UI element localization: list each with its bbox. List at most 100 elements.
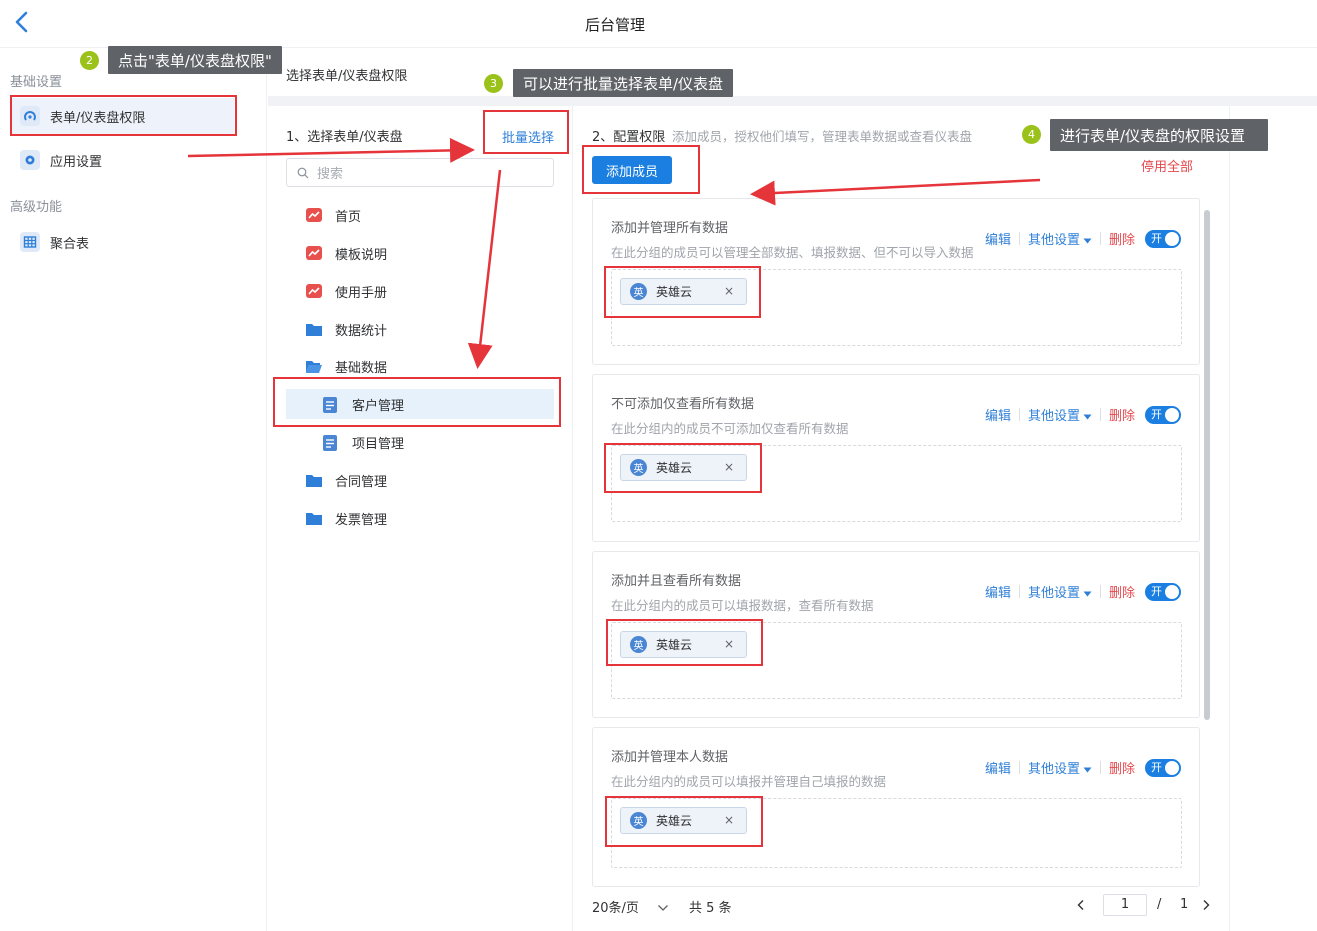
toggle-label: 开 bbox=[1151, 407, 1163, 421]
edit-link[interactable]: 编辑 bbox=[985, 405, 1011, 424]
delete-link[interactable]: 删除 bbox=[1109, 582, 1135, 601]
tree-item-label: 合同管理 bbox=[335, 474, 388, 490]
toggle-knob bbox=[1165, 760, 1180, 775]
search-icon bbox=[297, 167, 309, 178]
tree-item[interactable]: 客户管理 bbox=[286, 389, 554, 419]
other-settings-dropdown[interactable]: 其他设置 bbox=[1028, 405, 1092, 424]
add-member-button[interactable]: 添加成员 bbox=[592, 156, 672, 184]
prev-page-icon[interactable] bbox=[1076, 899, 1086, 911]
other-settings-dropdown[interactable]: 其他设置 bbox=[1028, 758, 1092, 777]
avatar: 英 bbox=[630, 636, 647, 653]
group-title: 不可添加仅查看所有数据 bbox=[611, 397, 755, 412]
batch-select-link[interactable]: 批量选择 bbox=[502, 127, 554, 146]
enable-toggle[interactable]: 开 bbox=[1145, 582, 1182, 601]
tree-item[interactable]: 模板说明 bbox=[305, 238, 387, 268]
other-settings-label: 其他设置 bbox=[1028, 762, 1081, 777]
page-separator: / bbox=[1157, 897, 1162, 912]
sidebar-item-aggregate-table[interactable]: 聚合表 bbox=[12, 224, 234, 260]
tree-item[interactable]: 使用手册 bbox=[305, 276, 387, 306]
other-settings-dropdown[interactable]: 其他设置 bbox=[1028, 582, 1092, 601]
remove-member-icon[interactable]: × bbox=[724, 284, 734, 298]
sidebar-section-advanced: 高级功能 bbox=[10, 200, 63, 215]
enable-toggle[interactable]: 开 bbox=[1145, 758, 1182, 777]
member-drop-area[interactable]: 英英雄云 × bbox=[611, 445, 1182, 522]
dashboard-icon bbox=[305, 207, 323, 223]
total-count: 共 5 条 bbox=[689, 901, 732, 916]
member-name: 英雄云 bbox=[656, 814, 693, 828]
page-number-input[interactable]: 1 bbox=[1103, 894, 1147, 916]
group-description: 在此分组的成员可以管理全部数据、填报数据、但不可以导入数据 bbox=[611, 245, 974, 260]
member-drop-area[interactable]: 英英雄云 × bbox=[611, 269, 1182, 346]
member-drop-area[interactable]: 英英雄云 × bbox=[611, 798, 1182, 868]
delete-link[interactable]: 删除 bbox=[1109, 229, 1135, 248]
delete-link[interactable]: 删除 bbox=[1109, 405, 1135, 424]
dashboard-icon bbox=[305, 245, 323, 261]
annotation-number: 3 bbox=[484, 74, 503, 93]
toggle-label: 开 bbox=[1151, 584, 1163, 598]
enable-toggle[interactable]: 开 bbox=[1145, 229, 1182, 248]
group-actions: 编辑 其他设置 删除 开 bbox=[985, 758, 1182, 777]
next-page-icon[interactable] bbox=[1201, 899, 1211, 911]
toggle-knob bbox=[1165, 231, 1180, 246]
member-drop-area[interactable]: 英英雄云 × bbox=[611, 622, 1182, 699]
table-icon bbox=[20, 232, 40, 252]
edit-link[interactable]: 编辑 bbox=[985, 582, 1011, 601]
search-placeholder: 搜索 bbox=[317, 167, 344, 182]
tree-item[interactable]: 合同管理 bbox=[305, 465, 387, 495]
tree-item[interactable]: 首页 bbox=[305, 200, 361, 230]
folder-open-icon bbox=[305, 358, 323, 374]
permission-group-card: 添加并管理本人数据 在此分组内的成员可以填报并管理自己填报的数据 编辑 其他设置 删除 开… bbox=[592, 727, 1200, 887]
scrollbar-thumb[interactable] bbox=[1204, 210, 1210, 720]
folder-icon bbox=[305, 321, 323, 337]
page-title: 后台管理 bbox=[585, 16, 646, 34]
caret-down-icon bbox=[1083, 414, 1092, 420]
toggle-knob bbox=[1165, 584, 1180, 599]
group-title: 添加并且查看所有数据 bbox=[611, 574, 742, 589]
enable-toggle[interactable]: 开 bbox=[1145, 405, 1182, 424]
other-settings-dropdown[interactable]: 其他设置 bbox=[1028, 229, 1092, 248]
avatar: 英 bbox=[630, 812, 647, 829]
avatar: 英 bbox=[630, 459, 647, 476]
sidebar-item-label: 应用设置 bbox=[50, 154, 103, 170]
remove-member-icon[interactable]: × bbox=[724, 460, 734, 474]
tree-item-label: 项目管理 bbox=[352, 436, 405, 452]
other-settings-label: 其他设置 bbox=[1028, 409, 1081, 424]
caret-down-icon bbox=[1083, 767, 1092, 773]
annotation-tip: 可以进行批量选择表单/仪表盘 bbox=[513, 69, 734, 97]
annotation-tip: 进行表单/仪表盘的权限设置 bbox=[1050, 119, 1268, 151]
sidebar-item-app-settings[interactable]: 应用设置 bbox=[12, 142, 234, 178]
toggle-label: 开 bbox=[1151, 231, 1163, 245]
edit-link[interactable]: 编辑 bbox=[985, 229, 1011, 248]
page-size-select[interactable]: 20条/页 bbox=[592, 897, 669, 916]
avatar: 英 bbox=[630, 283, 647, 300]
remove-member-icon[interactable]: × bbox=[724, 813, 734, 827]
folder-icon bbox=[305, 510, 323, 526]
member-chip[interactable]: 英英雄云 × bbox=[620, 278, 747, 305]
step-2-hint: 添加成员，授权他们填写，管理表单数据或查看仪表盘 bbox=[672, 129, 973, 144]
caret-down-icon bbox=[1083, 238, 1092, 244]
remove-member-icon[interactable]: × bbox=[724, 637, 734, 651]
tree-item[interactable]: 发票管理 bbox=[305, 503, 387, 533]
divider-strip bbox=[268, 96, 1317, 106]
search-input[interactable]: 搜索 bbox=[286, 158, 554, 187]
permission-group-card: 添加并管理所有数据在此分组的成员可以管理全部数据、填报数据、但不可以导入数据 编辑… bbox=[592, 198, 1200, 365]
page-size-label: 20条/页 bbox=[592, 901, 639, 916]
delete-link[interactable]: 删除 bbox=[1109, 758, 1135, 777]
group-title: 添加并管理所有数据 bbox=[611, 221, 729, 236]
form-icon bbox=[322, 434, 340, 451]
tree-item-label: 客户管理 bbox=[352, 398, 405, 414]
member-chip[interactable]: 英英雄云 × bbox=[620, 631, 747, 658]
edit-link[interactable]: 编辑 bbox=[985, 758, 1011, 777]
disable-all-link[interactable]: 停用全部 bbox=[1141, 156, 1193, 175]
group-actions: 编辑 其他设置 删除 开 bbox=[985, 229, 1182, 248]
sidebar-item-permissions[interactable]: 表单/仪表盘权限 bbox=[12, 98, 234, 134]
member-chip[interactable]: 英英雄云 × bbox=[620, 454, 747, 481]
group-description: 在此分组内的成员可以填报并管理自己填报的数据 bbox=[611, 774, 887, 789]
member-chip[interactable]: 英英雄云 × bbox=[620, 807, 747, 834]
tree-item-label: 模板说明 bbox=[335, 247, 388, 263]
top-bar: 后台管理 bbox=[0, 0, 1317, 48]
tree-item[interactable]: 基础数据 bbox=[305, 351, 387, 381]
tree-item[interactable]: 数据统计 bbox=[305, 314, 387, 344]
member-name: 英雄云 bbox=[656, 461, 693, 475]
tree-item[interactable]: 项目管理 bbox=[322, 427, 404, 457]
